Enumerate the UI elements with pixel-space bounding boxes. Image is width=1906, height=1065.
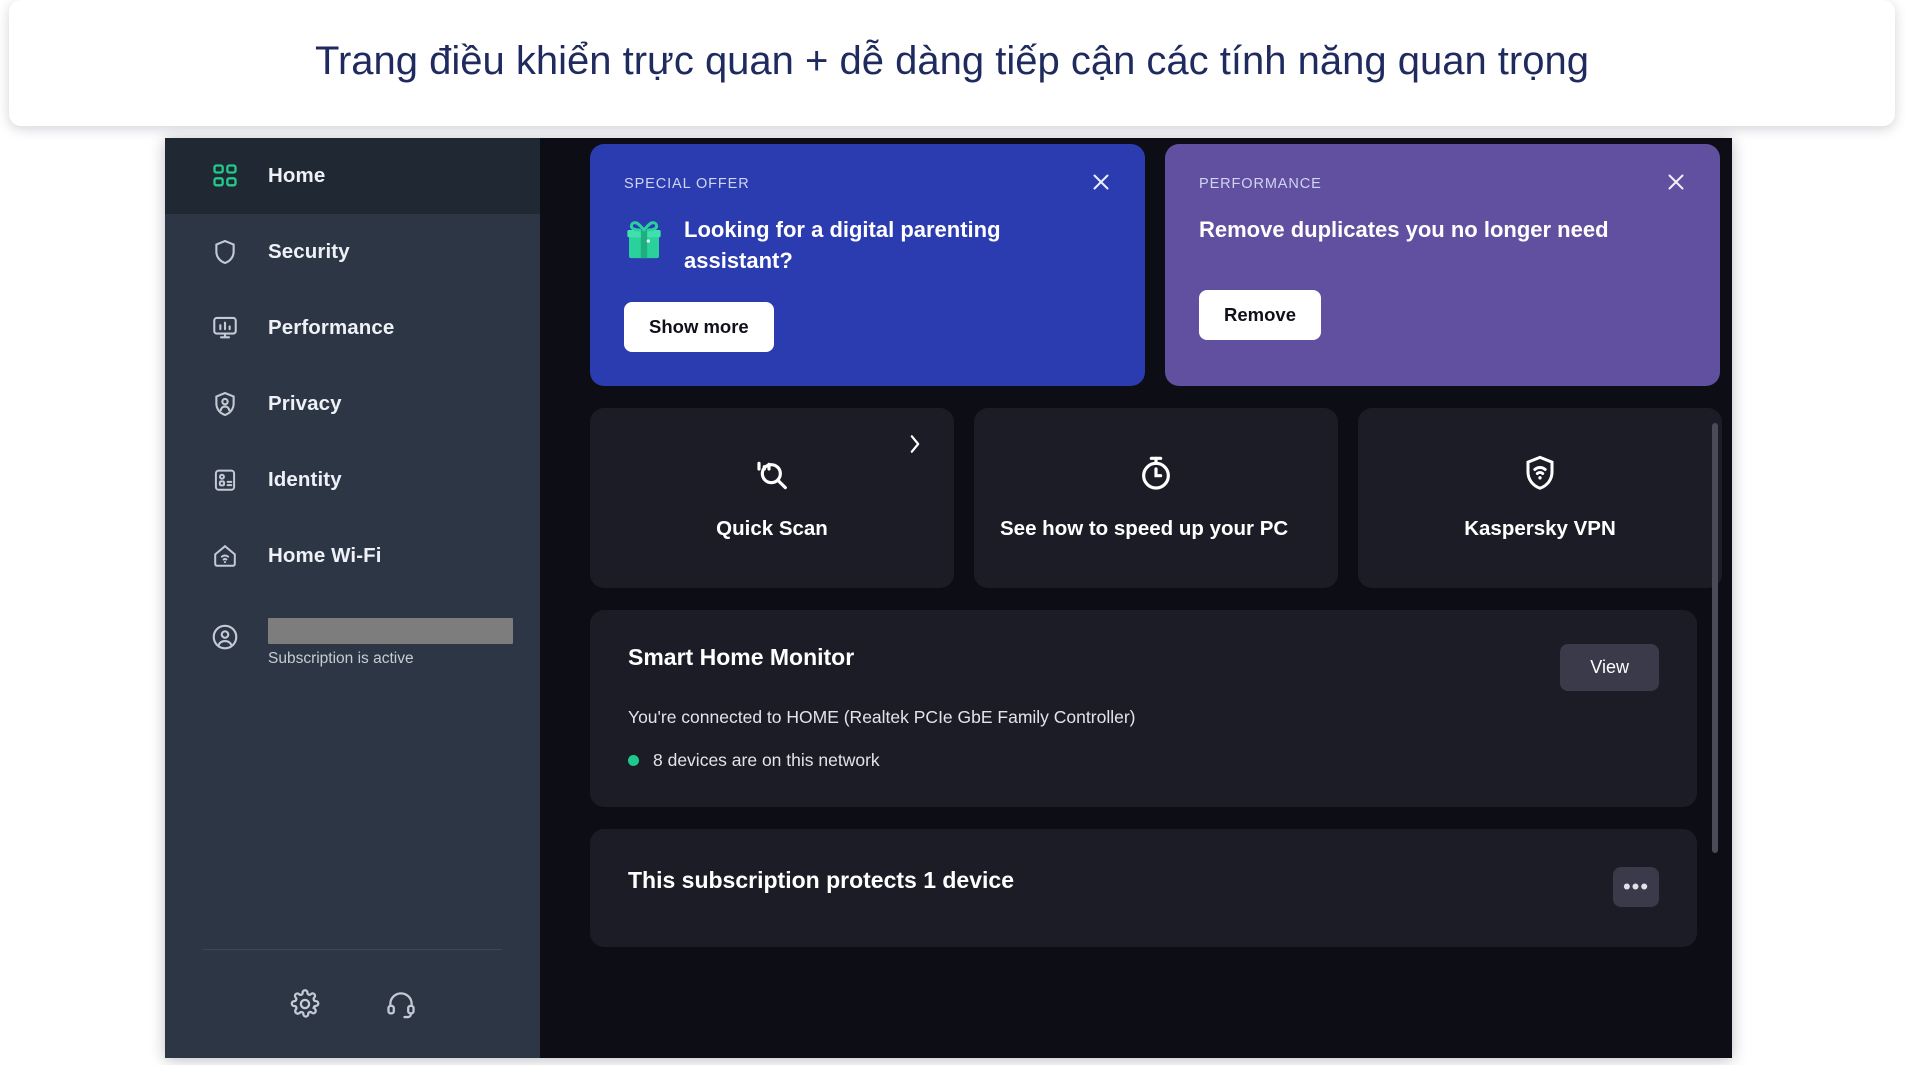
- content-scrollbar[interactable]: [1712, 138, 1718, 1058]
- device-count-label: 8 devices are on this network: [653, 750, 880, 771]
- sidebar-item-label: Performance: [268, 316, 395, 339]
- sidebar: Home Security Performance Privacy Identi…: [165, 138, 540, 1058]
- promo-body: Remove duplicates you no longer need: [1199, 214, 1686, 245]
- promo-title: Looking for a digital parenting assistan…: [684, 217, 1001, 274]
- subscription-panel: This subscription protects 1 device •••: [590, 829, 1697, 948]
- monitor-icon: [210, 313, 240, 343]
- sidebar-nav-list: Home Security Performance Privacy Identi…: [165, 138, 540, 594]
- sidebar-item-security[interactable]: Security: [165, 214, 540, 290]
- gear-icon[interactable]: [288, 987, 322, 1021]
- account-circle-icon: [210, 622, 240, 652]
- panel-header: Smart Home Monitor View: [628, 644, 1659, 692]
- sidebar-item-label: Security: [268, 240, 350, 263]
- scrollbar-thumb[interactable]: [1712, 423, 1718, 853]
- more-options-button[interactable]: •••: [1613, 867, 1659, 908]
- sidebar-item-home[interactable]: Home: [165, 138, 540, 214]
- scan-search-icon: [752, 453, 792, 493]
- smart-home-monitor-panel: Smart Home Monitor View You're connected…: [590, 610, 1697, 808]
- promo-card-special-offer[interactable]: SPECIAL OFFER Looking for a digital pare…: [590, 144, 1145, 387]
- shield-icon: [210, 237, 240, 267]
- main-content: SPECIAL OFFER Looking for a digital pare…: [540, 138, 1732, 1058]
- quick-actions-row: Quick Scan See how to speed up your PC K…: [590, 408, 1722, 589]
- privacy-icon: [210, 389, 240, 419]
- promo-body: Looking for a digital parenting assistan…: [624, 214, 1111, 276]
- promo-card-performance[interactable]: PERFORMANCE Remove duplicates you no lon…: [1165, 144, 1720, 387]
- chevron-right-icon[interactable]: [906, 434, 926, 454]
- account-name-redacted: [268, 618, 513, 644]
- sidebar-item-home-wifi[interactable]: Home Wi-Fi: [165, 518, 540, 594]
- sidebar-item-performance[interactable]: Performance: [165, 290, 540, 366]
- promo-kicker: SPECIAL OFFER: [624, 176, 750, 192]
- account-texts: Subscription is active: [268, 618, 513, 668]
- close-icon[interactable]: [1664, 170, 1690, 196]
- remove-button[interactable]: Remove: [1199, 290, 1321, 341]
- network-device-status: 8 devices are on this network: [628, 750, 1659, 771]
- tile-kaspersky-vpn[interactable]: Kaspersky VPN: [1358, 408, 1722, 589]
- show-more-button[interactable]: Show more: [624, 302, 774, 353]
- tile-quick-scan[interactable]: Quick Scan: [590, 408, 954, 589]
- home-grid-icon: [210, 161, 240, 191]
- screenshot-stage: Home Security Performance Privacy Identi…: [0, 0, 1906, 1065]
- tile-label: Quick Scan: [716, 517, 828, 541]
- id-card-icon: [210, 465, 240, 495]
- caption-overlay: Trang điều khiển trực quan + dễ dàng tiế…: [9, 0, 1895, 126]
- status-dot: [628, 755, 639, 767]
- caption-text: Trang điều khiển trực quan + dễ dàng tiế…: [315, 38, 1589, 83]
- tile-label: Kaspersky VPN: [1464, 517, 1616, 541]
- sidebar-item-identity[interactable]: Identity: [165, 442, 540, 518]
- sidebar-item-label: Identity: [268, 468, 342, 491]
- home-wifi-icon: [210, 541, 240, 571]
- tile-speed-up-pc[interactable]: See how to speed up your PC: [974, 408, 1338, 589]
- network-connection-text: You're connected to HOME (Realtek PCIe G…: [628, 707, 1136, 728]
- headset-icon[interactable]: [384, 987, 418, 1021]
- panel-header: This subscription protects 1 device •••: [628, 867, 1659, 908]
- promo-row: SPECIAL OFFER Looking for a digital pare…: [590, 138, 1720, 387]
- close-icon[interactable]: [1089, 170, 1115, 196]
- sidebar-item-label: Home Wi-Fi: [268, 544, 382, 567]
- subscription-status-label: Subscription is active: [268, 650, 414, 667]
- sidebar-item-label: Privacy: [268, 392, 342, 415]
- sidebar-footer: [165, 950, 540, 1058]
- sidebar-item-label: Home: [268, 164, 326, 187]
- promo-kicker: PERFORMANCE: [1199, 176, 1322, 192]
- subscription-title: This subscription protects 1 device: [628, 867, 1014, 894]
- tile-label: See how to speed up your PC: [1000, 517, 1289, 541]
- gift-icon: [624, 216, 664, 262]
- kaspersky-app-window: Home Security Performance Privacy Identi…: [165, 138, 1732, 1058]
- stopwatch-icon: [1136, 453, 1176, 493]
- sidebar-item-privacy[interactable]: Privacy: [165, 366, 540, 442]
- sidebar-account[interactable]: Subscription is active: [165, 618, 540, 694]
- shield-wifi-icon: [1520, 453, 1560, 493]
- promo-title: Remove duplicates you no longer need: [1199, 217, 1609, 242]
- view-button[interactable]: View: [1560, 644, 1659, 692]
- panel-title: Smart Home Monitor: [628, 644, 855, 671]
